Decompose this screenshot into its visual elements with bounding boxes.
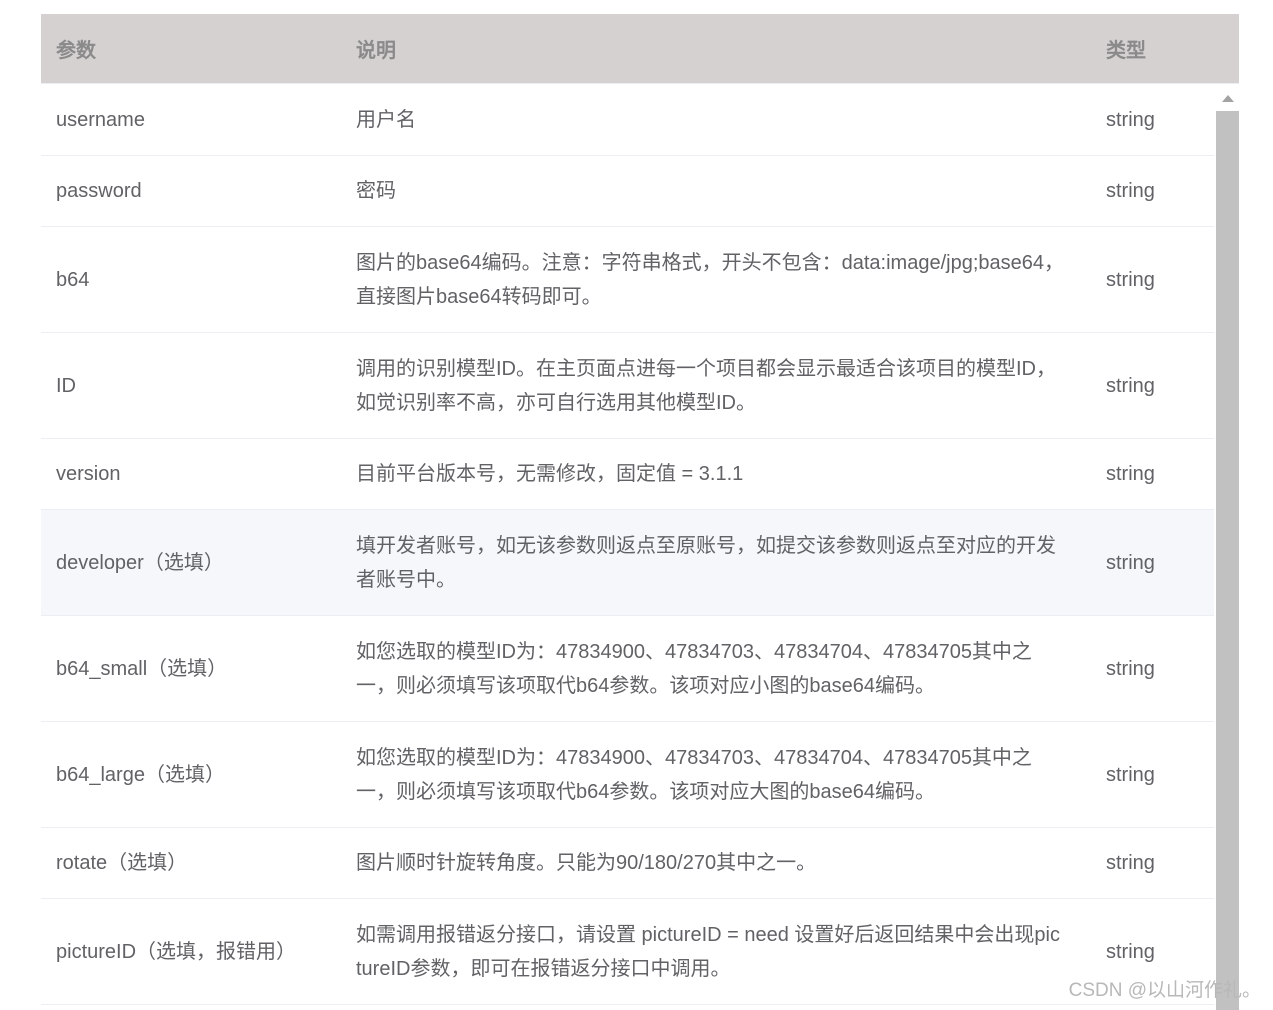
cell-type: string <box>1106 463 1155 485</box>
cell-type: string <box>1106 551 1155 574</box>
cell-param: ID <box>56 374 76 397</box>
cell-param: developer（选填） <box>56 551 224 574</box>
watermark: CSDN @以山河作礼。 <box>1068 980 1261 1001</box>
table-header: 参数 说明 类型 <box>41 14 1239 84</box>
cell-desc: 目前平台版本号，无需修改，固定值 = 3.1.1 <box>356 463 744 485</box>
cell-type: string <box>1106 940 1155 963</box>
cell-desc: 调用的识别模型ID。在主页面点进每一个项目都会显示最适合该项目的模型ID，如觉识… <box>356 357 1056 414</box>
table-row[interactable]: ID 调用的识别模型ID。在主页面点进每一个项目都会显示最适合该项目的模型ID，… <box>41 333 1214 439</box>
scroll-up-arrow-icon[interactable] <box>1222 95 1234 102</box>
table-row[interactable]: pictureID（选填，报错用） 如需调用报错返分接口，请设置 picture… <box>41 899 1214 1005</box>
cell-desc: 图片的base64编码。注意：字符串格式，开头不包含：data:image/jp… <box>356 251 1064 308</box>
header-param: 参数 <box>56 40 96 62</box>
cell-param: version <box>56 463 121 485</box>
header-type: 类型 <box>1106 40 1146 62</box>
cell-desc: 填开发者账号，如无该参数则返点至原账号，如提交该参数则返点至对应的开发者账号中。 <box>356 534 1056 591</box>
table-row-hovered[interactable]: developer（选填） 填开发者账号，如无该参数则返点至原账号，如提交该参数… <box>41 510 1214 616</box>
cell-param: username <box>56 109 145 131</box>
cell-desc: 如需调用报错返分接口，请设置 pictureID = need 设置好后返回结果… <box>356 923 1060 980</box>
cell-type: string <box>1106 109 1155 131</box>
cell-param: rotate（选填） <box>56 852 188 874</box>
cell-param: password <box>56 180 142 202</box>
params-table: 参数 说明 类型 username 用户名 string password 密码… <box>41 14 1239 1010</box>
cell-type: string <box>1106 180 1155 202</box>
cell-type: string <box>1106 657 1155 680</box>
cell-desc: 密码 <box>356 180 396 202</box>
cell-desc: 图片顺时针旋转角度。只能为90/180/270其中之一。 <box>356 852 817 874</box>
table-row[interactable]: b64 图片的base64编码。注意：字符串格式，开头不包含：data:imag… <box>41 227 1214 333</box>
table-body: username 用户名 string password 密码 string b… <box>41 85 1214 1005</box>
table-row[interactable]: version 目前平台版本号，无需修改，固定值 = 3.1.1 string <box>41 439 1214 510</box>
cell-param: b64 <box>56 268 90 291</box>
header-desc: 说明 <box>356 40 396 62</box>
cell-param: b64_small（选填） <box>56 657 228 680</box>
scrollbar-thumb[interactable] <box>1216 111 1239 1010</box>
cell-type: string <box>1106 268 1155 291</box>
cell-desc: 如您选取的模型ID为：47834900、47834703、47834704、47… <box>356 746 1032 803</box>
table-row[interactable]: username 用户名 string <box>41 85 1214 156</box>
table-row[interactable]: b64_small（选填） 如您选取的模型ID为：47834900、478347… <box>41 616 1214 722</box>
table-row[interactable]: password 密码 string <box>41 156 1214 227</box>
table-row[interactable]: rotate（选填） 图片顺时针旋转角度。只能为90/180/270其中之一。 … <box>41 828 1214 899</box>
cell-param: b64_large（选填） <box>56 763 225 786</box>
cell-type: string <box>1106 763 1155 786</box>
table-row[interactable]: b64_large（选填） 如您选取的模型ID为：47834900、478347… <box>41 722 1214 828</box>
cell-desc: 用户名 <box>356 109 416 131</box>
cell-param: pictureID（选填，报错用） <box>56 940 297 963</box>
cell-type: string <box>1106 374 1155 397</box>
cell-type: string <box>1106 852 1155 874</box>
cell-desc: 如您选取的模型ID为：47834900、47834703、47834704、47… <box>356 640 1032 697</box>
